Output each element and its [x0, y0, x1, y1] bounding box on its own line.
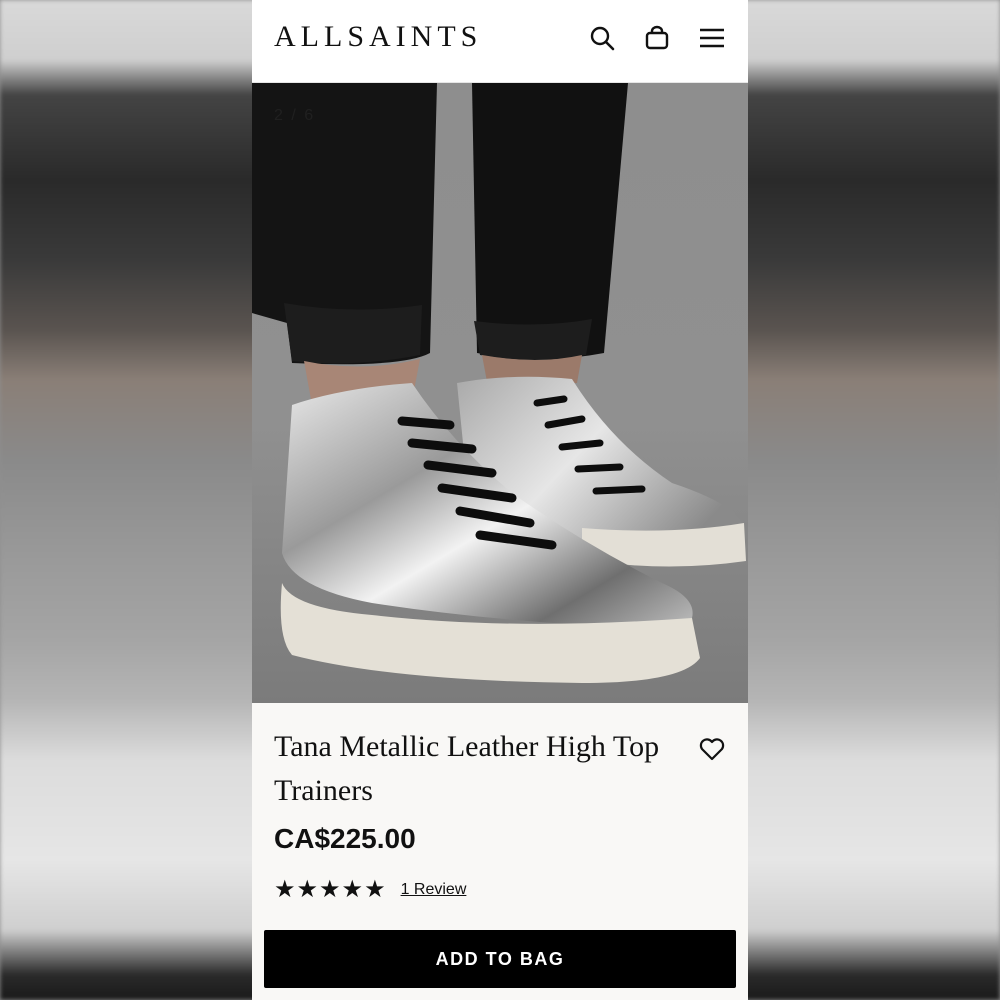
image-counter: 2 / 6: [274, 107, 316, 124]
product-price: CA$225.00: [274, 823, 416, 854]
mobile-page: ALLSAINTS 2 / 6 Tana Metallic Leather Hi…: [252, 0, 748, 1000]
heart-icon[interactable]: [698, 735, 726, 763]
add-to-bag-button[interactable]: ADD TO BAG: [264, 930, 736, 988]
brand-logo[interactable]: ALLSAINTS: [274, 20, 482, 54]
site-header: ALLSAINTS: [252, 0, 748, 83]
bag-icon[interactable]: [643, 24, 671, 52]
search-icon[interactable]: [588, 24, 616, 52]
star-rating-icon: ★★★★★: [274, 876, 387, 903]
product-title: Tana Metallic Leather High Top Trainers: [274, 730, 660, 807]
product-rating: ★★★★★ 1 Review: [274, 875, 466, 904]
review-link[interactable]: 1 Review: [401, 881, 467, 899]
product-photo: [252, 83, 746, 683]
product-image-gallery[interactable]: 2 / 6: [252, 83, 748, 703]
menu-icon[interactable]: [698, 24, 726, 52]
